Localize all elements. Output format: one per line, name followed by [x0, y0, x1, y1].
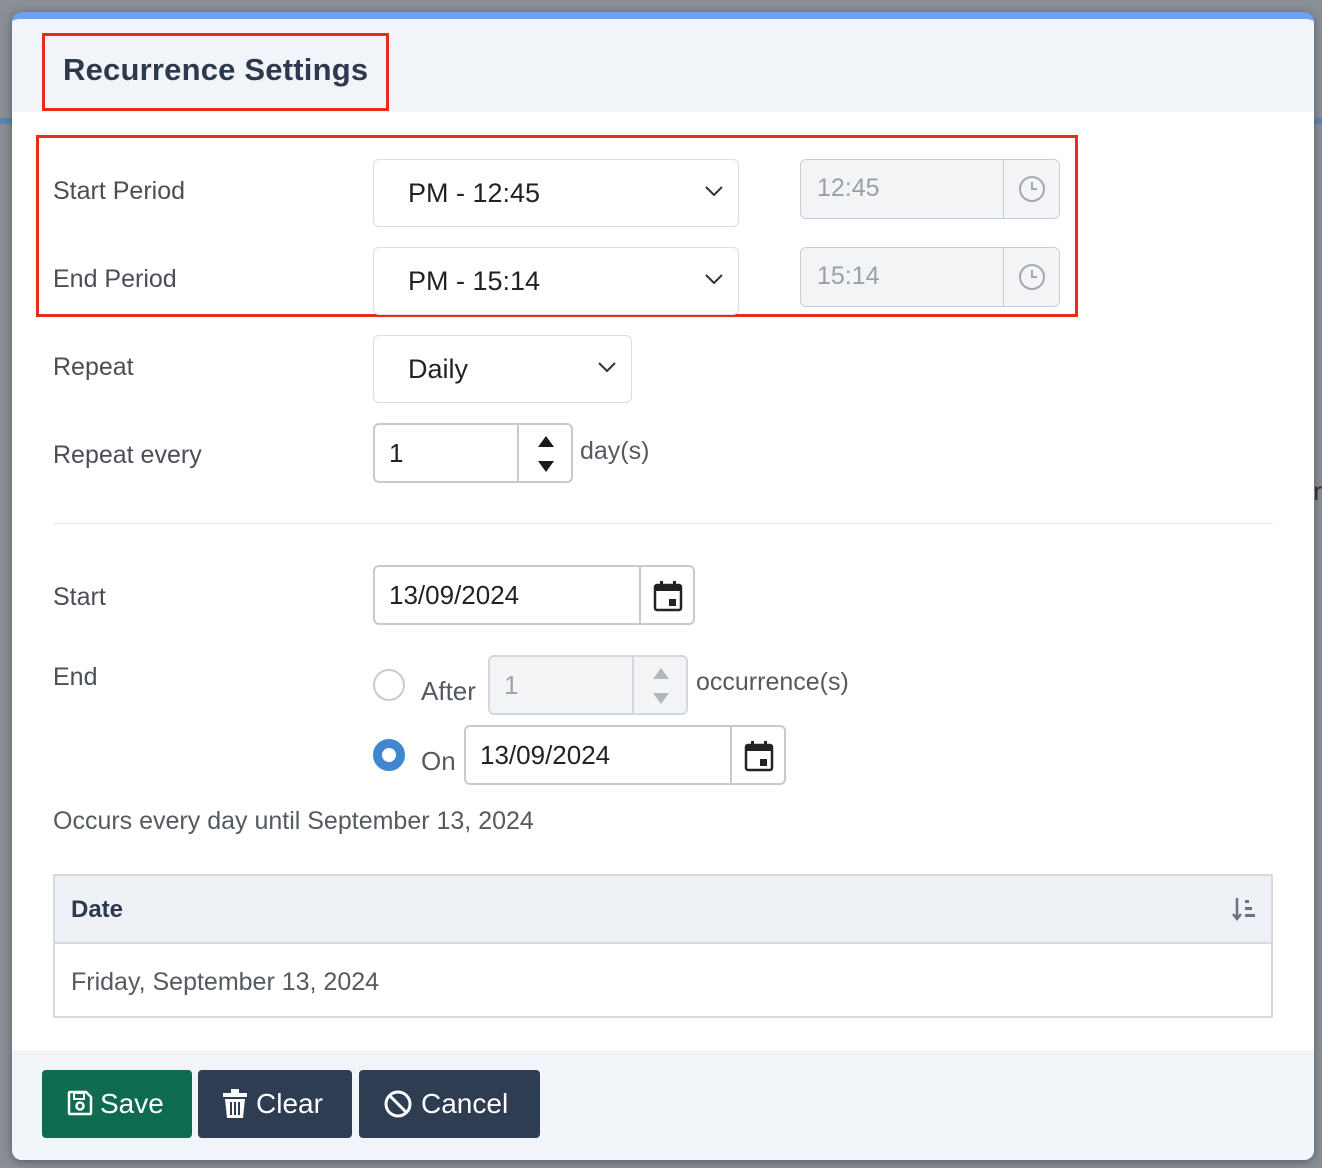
start-period-select-value: PM - 12:45: [408, 178, 541, 208]
chevron-down-icon: [705, 186, 723, 197]
background-letter: r: [1313, 476, 1322, 506]
recurrence-summary: Occurs every day until September 13, 202…: [53, 807, 534, 835]
stepper-arrows-icon: [538, 436, 554, 472]
end-time-value: 15:14: [817, 262, 880, 290]
repeat-select[interactable]: Daily: [373, 335, 632, 403]
end-after-label: After: [421, 676, 476, 706]
repeat-every-label: Repeat every: [53, 441, 202, 469]
occurrences-value: 1: [504, 670, 519, 700]
recurrence-dialog: Recurrence Settings Start Period PM - 12…: [12, 12, 1314, 1160]
end-date-input[interactable]: 13/09/2024: [464, 725, 786, 785]
trash-icon: [223, 1089, 247, 1118]
clear-button[interactable]: Clear: [198, 1070, 352, 1138]
date-column-header[interactable]: Date: [71, 896, 123, 924]
end-after-radio[interactable]: [373, 669, 405, 701]
dialog-title: Recurrence Settings: [42, 33, 389, 111]
stepper-arrows-icon: [653, 668, 669, 704]
occurrences-input[interactable]: 1: [488, 655, 688, 715]
end-date-picker-button[interactable]: [730, 727, 784, 783]
start-period-select[interactable]: PM - 12:45: [373, 159, 739, 227]
end-label: End: [53, 663, 98, 691]
end-time-input[interactable]: 15:14: [800, 247, 1060, 307]
start-time-value: 12:45: [817, 174, 880, 202]
end-period-label: End Period: [53, 265, 177, 293]
end-period-select-value: PM - 15:14: [408, 266, 541, 296]
table-row: Friday, September 13, 2024: [71, 968, 380, 996]
end-on-label: On: [421, 746, 456, 776]
occurrences-unit: occurrence(s): [696, 668, 849, 696]
occurrences-table: Date Friday, September 13, 2024: [53, 874, 1273, 1018]
ban-icon: [384, 1090, 412, 1118]
start-period-label: Start Period: [53, 177, 186, 205]
start-time-input[interactable]: 12:45: [800, 159, 1060, 219]
cancel-button[interactable]: Cancel: [359, 1070, 540, 1138]
repeat-every-stepper[interactable]: [517, 425, 571, 481]
table-header: Date: [55, 876, 1271, 944]
save-button-label: Save: [100, 1088, 164, 1119]
chevron-down-icon: [705, 274, 723, 285]
start-time-addon[interactable]: [1003, 160, 1059, 218]
start-date-input[interactable]: 13/09/2024: [373, 565, 695, 625]
repeat-select-value: Daily: [408, 354, 469, 384]
clock-icon: [1019, 264, 1045, 290]
clock-icon: [1019, 176, 1045, 202]
end-date-value: 13/09/2024: [480, 740, 611, 770]
end-time-addon[interactable]: [1003, 248, 1059, 306]
clear-button-label: Clear: [256, 1088, 323, 1119]
sort-descending-icon[interactable]: [1231, 896, 1257, 922]
occurrences-stepper[interactable]: [632, 657, 686, 713]
save-button[interactable]: Save: [42, 1070, 192, 1138]
repeat-every-unit: day(s): [580, 437, 650, 465]
calendar-icon: [744, 741, 774, 772]
floppy-disk-icon: [67, 1090, 93, 1116]
repeat-every-input[interactable]: 1: [373, 423, 573, 483]
repeat-every-value: 1: [389, 438, 404, 468]
end-period-select[interactable]: PM - 15:14: [373, 247, 739, 315]
end-on-radio[interactable]: [373, 739, 405, 771]
chevron-down-icon: [598, 362, 616, 373]
dialog-header: Recurrence Settings: [12, 19, 1314, 112]
start-date-value: 13/09/2024: [389, 580, 520, 610]
cancel-button-label: Cancel: [421, 1088, 509, 1119]
calendar-icon: [653, 581, 683, 612]
section-divider: [53, 523, 1273, 524]
repeat-label: Repeat: [53, 353, 134, 381]
start-date-picker-button[interactable]: [639, 567, 693, 623]
start-date-label: Start: [53, 583, 106, 611]
dialog-footer: Save Clear Cancel: [12, 1050, 1314, 1160]
